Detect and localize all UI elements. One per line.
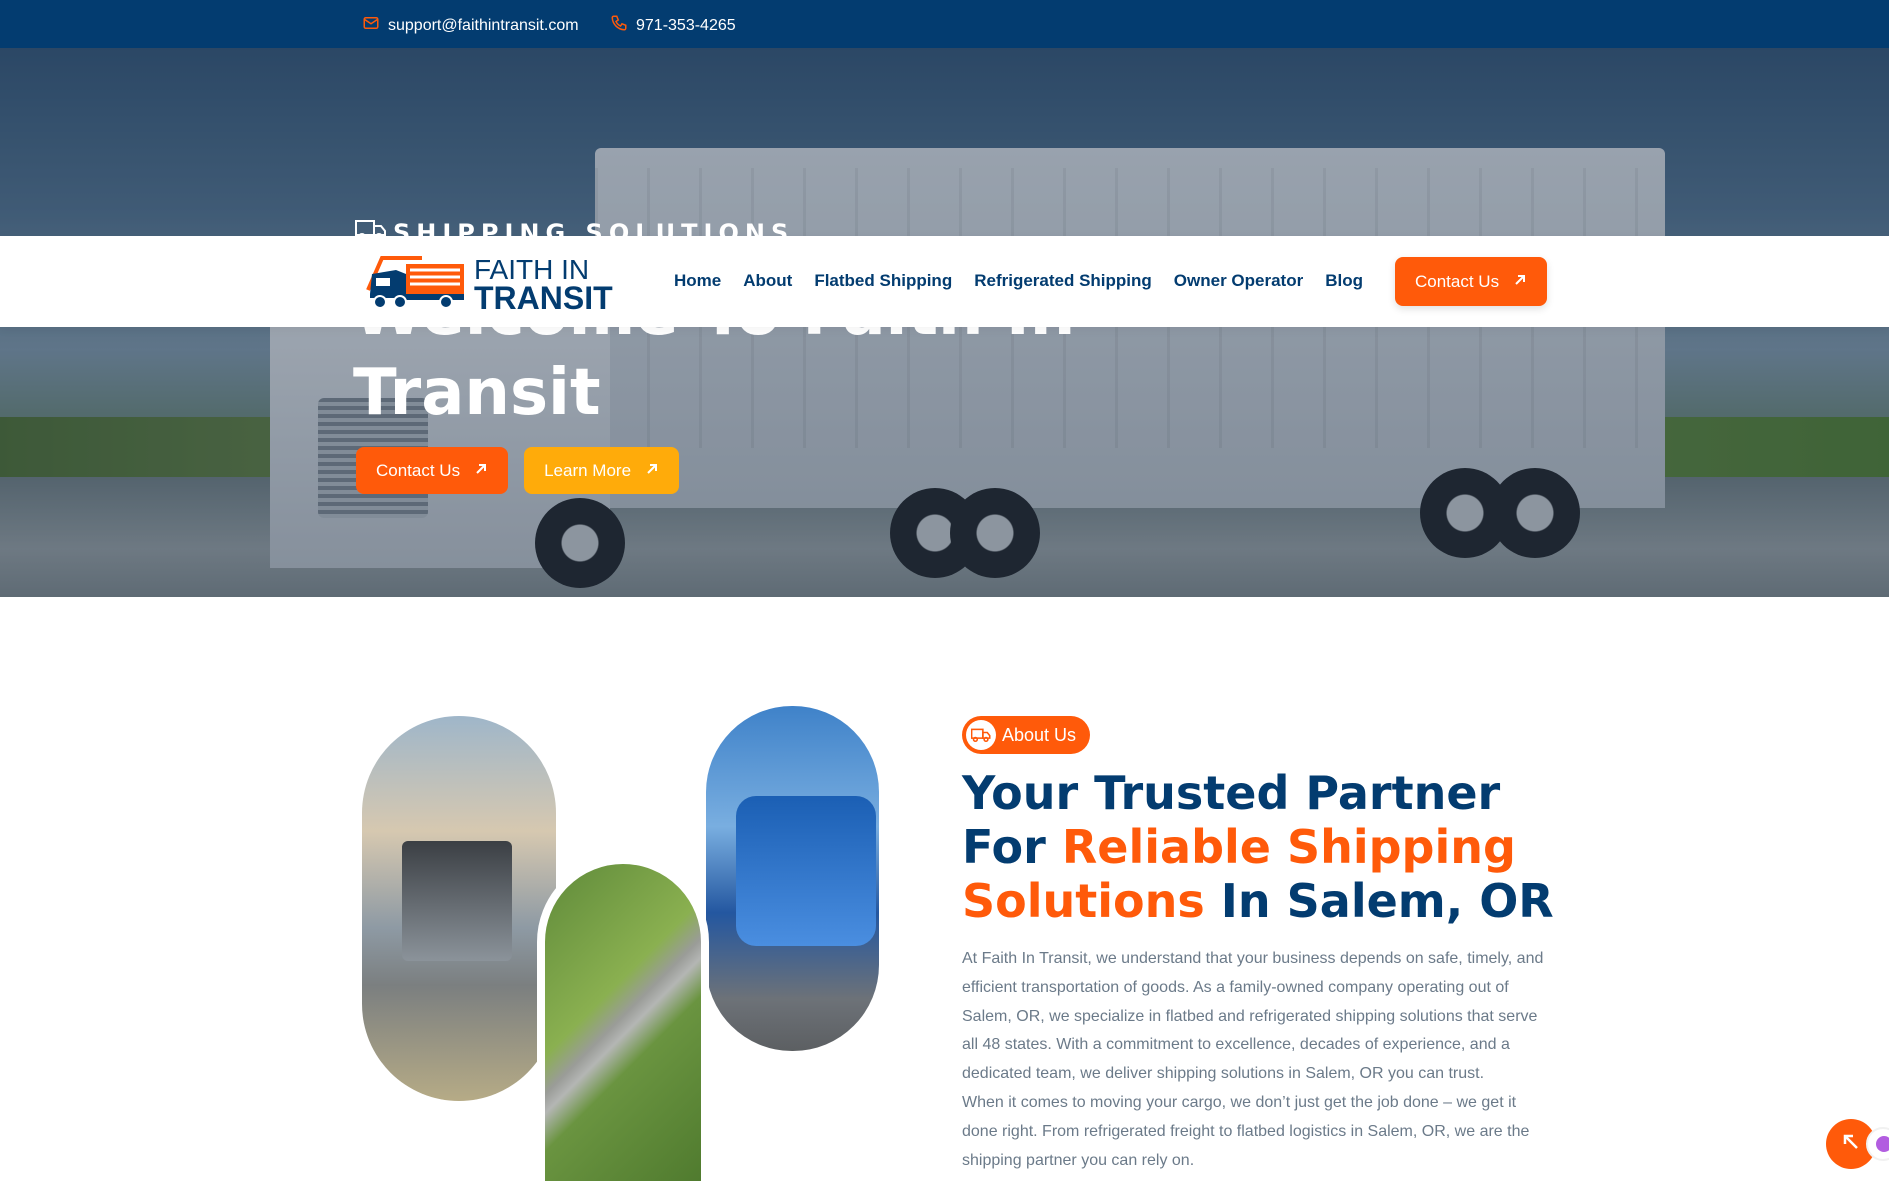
phone-text: 971-353-4265 <box>636 16 736 34</box>
about-body: At Faith In Transit, we understand that … <box>962 945 1552 1175</box>
phone-icon <box>610 14 628 37</box>
hero-contact-label: Contact Us <box>376 460 461 480</box>
arrow-up-right-icon <box>474 461 488 481</box>
about-paragraph-2: When it comes to moving your cargo, we d… <box>962 1093 1530 1169</box>
main-navbar: FAITH IN TRANSIT Home About Flatbed Ship… <box>0 236 1889 327</box>
about-paragraph-1: At Faith In Transit, we understand that … <box>962 950 1544 1083</box>
hero-buttons: Contact Us Learn More <box>356 447 680 494</box>
nav-contact-label: Contact Us <box>1415 271 1500 291</box>
about-image-blue-truck <box>706 706 879 1051</box>
nav-item-flatbed-shipping[interactable]: Flatbed Shipping <box>814 271 952 291</box>
arrow-up-right-icon <box>645 461 659 481</box>
about-image-highway-truck <box>362 716 556 1101</box>
phone-link[interactable]: 971-353-4265 <box>610 14 736 37</box>
hero-eyebrow: SHIPPING SOLUTIONS <box>355 218 795 254</box>
nav-item-refrigerated-shipping[interactable]: Refrigerated Shipping <box>974 271 1152 291</box>
about-us-badge: About Us <box>962 716 1091 754</box>
about-us-badge-label: About Us <box>1002 724 1077 745</box>
nav-item-owner-operator[interactable]: Owner Operator <box>1174 271 1303 291</box>
email-link[interactable]: support@faithintransit.com <box>362 14 579 37</box>
logo-truck-icon <box>362 250 468 317</box>
nav-item-home[interactable]: Home <box>674 271 721 291</box>
truck-icon <box>355 218 387 248</box>
email-text: support@faithintransit.com <box>388 16 579 34</box>
nav-contact-button[interactable]: Contact Us <box>1395 257 1548 306</box>
hero-learn-label: Learn More <box>544 460 632 480</box>
hero-eyebrow-text: SHIPPING SOLUTIONS <box>393 219 795 247</box>
nav-menu: Home About Flatbed Shipping Refrigerated… <box>674 271 1363 291</box>
truck-icon <box>966 720 996 750</box>
mail-icon <box>362 14 380 37</box>
about-image-aerial-road <box>537 856 709 1181</box>
hero-learn-more-button[interactable]: Learn More <box>524 447 680 494</box>
arrow-up-right-icon <box>1513 272 1527 292</box>
logo-text-line2: TRANSIT <box>474 279 613 316</box>
top-contact-bar: support@faithintransit.com 971-353-4265 <box>0 0 1889 48</box>
scroll-top-icon <box>1842 1133 1860 1156</box>
about-title-part2: In Salem, OR <box>1204 874 1554 928</box>
page: support@faithintransit.com 971-353-4265 … <box>0 0 1889 1181</box>
about-title: Your Trusted Partner For Reliable Shippi… <box>962 766 1562 928</box>
nav-item-about[interactable]: About <box>743 271 792 291</box>
site-logo[interactable]: FAITH IN TRANSIT <box>362 250 613 317</box>
hero-contact-button[interactable]: Contact Us <box>356 447 509 494</box>
nav-item-blog[interactable]: Blog <box>1325 271 1363 291</box>
